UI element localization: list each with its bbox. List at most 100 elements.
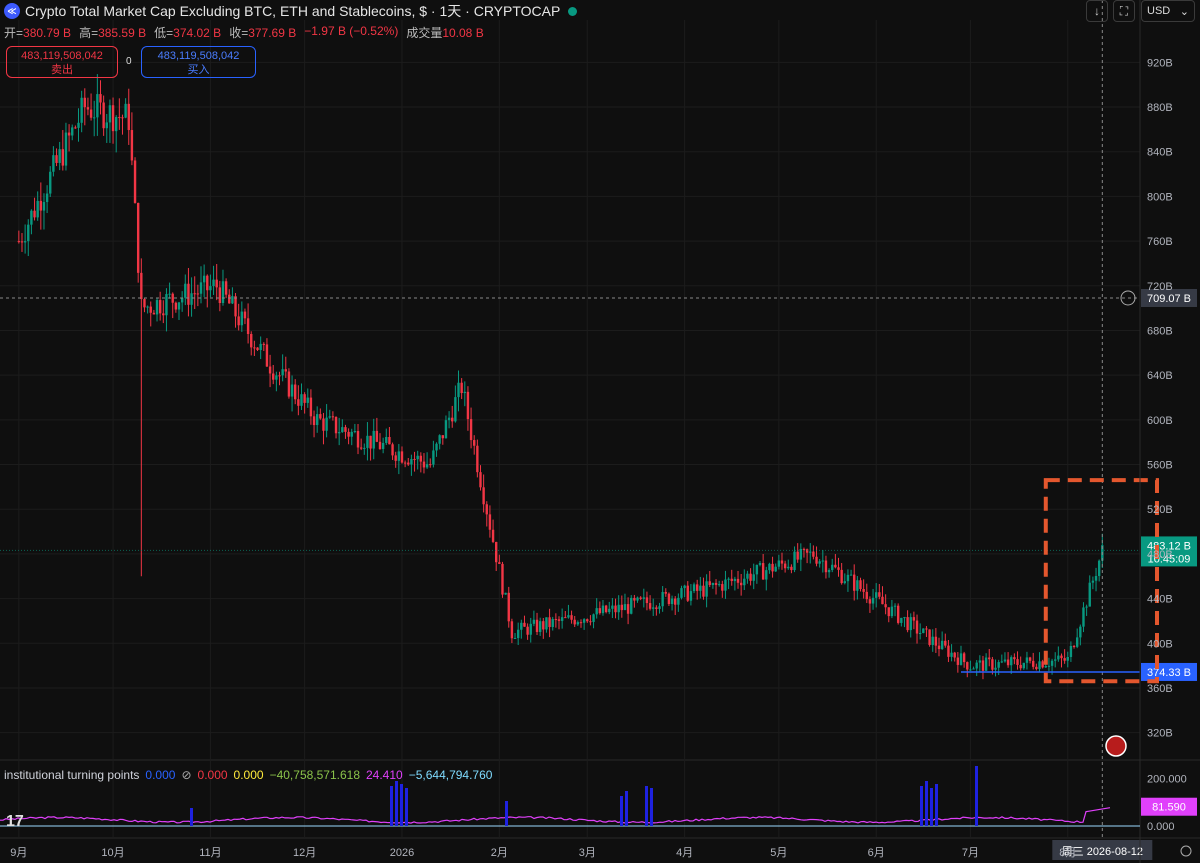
candle-body [174,302,178,310]
candle-body [1047,665,1051,667]
indicator-bar [405,788,408,826]
price-chart[interactable]: 709.07 B周三 2026-08-12483.12 B10:45:09374… [0,0,1200,863]
candle-body [692,584,696,592]
candle-body [545,617,548,630]
indicator-name[interactable]: institutional turning points [4,768,139,782]
buy-button[interactable]: 483,119,508,042 买入 [141,46,256,78]
candle-body [849,574,853,576]
candle-body [312,416,316,426]
candle-body [893,605,897,607]
candle-body [736,578,740,583]
candle-body [127,103,130,131]
candle-body [337,432,341,434]
candle-body [71,127,74,136]
candle-body [419,455,423,462]
candle-body [557,619,561,621]
y-tick-label: 320B [1147,728,1173,740]
candle-body [944,640,947,646]
candle-body [193,293,196,295]
candle-body [407,462,410,465]
candle-body [507,592,510,622]
candle-body [554,619,558,621]
y-axis: 320B 360B 400B 440B 480B 520B 560B 600B 640B 680B… [1139,0,1173,863]
fullscreen-icon: ⛶ [1119,3,1129,18]
candle-body [400,451,404,463]
candle-body [997,662,1000,668]
candle-body [347,431,350,437]
candle-body [874,592,878,598]
candle-body [372,430,375,449]
candle-body [639,597,642,599]
candle-body [1041,661,1044,668]
x-axis: 9月 10月 11月 12月 2026 2月 3月 4月 5月 6月 7月 8月 [10,845,1192,859]
candle-body [573,619,576,625]
candle-body [190,293,193,305]
y-tick-label: 680B [1147,325,1173,337]
candle-body [425,464,429,468]
candle-body [758,563,762,565]
candle-body [80,97,83,123]
indicator-tick-label: 200.000 [1147,774,1187,786]
candle-body [991,659,994,670]
candle-body [652,607,655,609]
candle-body [1079,626,1082,638]
candle-body [1075,637,1079,647]
candle-body [686,585,689,601]
candle-body [695,584,699,591]
fullscreen-button[interactable]: ⛶ [1113,0,1135,22]
candle-body [306,397,309,403]
candle-body [984,657,988,671]
symbol-title[interactable]: Crypto Total Market Cap Excluding BTC, E… [25,1,560,21]
candle-body [86,107,90,110]
volume-value: 10.08 B [442,26,484,40]
close-label: 收= [229,26,249,40]
currency-select[interactable]: USD ⌄ [1141,0,1195,22]
candle-body [859,580,862,590]
indicator-bar [925,781,928,826]
ohlc-legend: 开=380.79 B 高=385.59 B 低=374.02 B 收=377.6… [4,24,484,41]
y-tick-label: 600B [1147,415,1173,427]
candle-body [733,578,737,582]
grid [0,20,1200,839]
candle-body [99,94,102,103]
candle-body [325,417,328,431]
candle-body [592,614,595,622]
candle-body [479,472,482,488]
candle-body [856,580,859,591]
candle-body [187,283,190,305]
candle-body [994,667,997,670]
candle-body [548,617,551,628]
candle-body [840,569,843,584]
candle-body [501,563,504,595]
candle-body [454,397,457,422]
candle-body [1000,661,1004,663]
candle-body [209,286,212,291]
indicator-tick-label: 0.000 [1147,821,1175,833]
candle-body [385,436,388,443]
candle-body [256,347,259,351]
candle-body [278,375,281,377]
candle-body [482,487,485,505]
candle-body [287,371,291,397]
x-tick-label: 12月 [293,847,316,859]
candle-body [783,563,787,569]
candle-body [435,443,438,451]
candle-body [972,668,975,670]
candle-body [871,597,875,604]
candle-body [900,617,903,623]
candle-body [699,585,702,591]
sell-button[interactable]: 483,119,508,042 卖出 [6,46,118,78]
candle-body [689,591,693,601]
candle-body [1022,662,1026,669]
candle-body [42,202,46,211]
candle-body [576,622,580,625]
candle-body [381,442,385,449]
candle-body [259,343,262,351]
candle-body [1072,645,1076,647]
candle-body [121,117,124,119]
download-button[interactable]: ↓ [1086,0,1108,22]
candle-body [520,622,523,630]
candle-body [765,570,768,580]
candle-body [441,435,445,439]
indicator-bar [395,781,398,826]
